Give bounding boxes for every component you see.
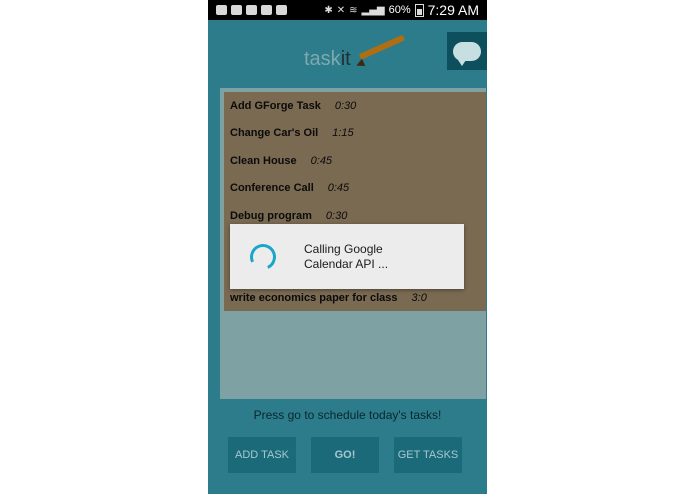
notification-icon (216, 5, 227, 15)
get-tasks-button[interactable]: GET TASKS (394, 437, 462, 473)
app-icon (261, 5, 272, 15)
dialog-message: Calling Google Calendar API ... (304, 242, 389, 271)
bluetooth-icon: ✱ (324, 4, 333, 16)
progress-dialog: Calling Google Calendar API ... (230, 224, 464, 289)
battery-percent: 60% (388, 4, 411, 16)
footer-message: Press go to schedule today's tasks! (253, 408, 442, 422)
alarm-icon (231, 5, 242, 15)
task-row[interactable]: Conference Call 0:45 (230, 178, 349, 198)
task-name: Debug program (230, 210, 312, 222)
task-duration: 0:30 (334, 100, 357, 112)
task-row[interactable]: Clean House 0:45 (230, 151, 332, 171)
status-right: ✱ ✕ ≋ ▂▄▆ 60% 7:29 AM (324, 2, 487, 18)
chat-bubble-icon (453, 41, 481, 66)
chat-button[interactable] (447, 32, 487, 70)
task-duration: 0:45 (327, 182, 350, 194)
logo-it-text: it (340, 48, 351, 70)
task-name: Conference Call (230, 182, 314, 194)
clock: 7:29 AM (427, 2, 479, 18)
task-name: Clean House (230, 155, 297, 167)
status-bar: ✱ ✕ ≋ ▂▄▆ 60% 7:29 AM (208, 0, 487, 20)
logo-task-text: task (304, 48, 341, 70)
task-name: Change Car's Oil (230, 127, 319, 139)
notification-icons (216, 5, 287, 15)
add-task-button[interactable]: ADD TASK (228, 437, 296, 473)
app-header: taskit (208, 20, 487, 84)
task-duration: 0:30 (325, 210, 348, 222)
task-duration: 3:0 (411, 292, 427, 304)
pencil-tip-icon (354, 58, 366, 70)
spinner-icon (246, 239, 280, 274)
task-row[interactable]: Change Car's Oil 1:15 (230, 123, 354, 143)
task-duration: 1:15 (332, 127, 354, 139)
mute-icon: ✕ (336, 4, 346, 16)
wifi-icon: ≋ (349, 4, 358, 16)
mail-icon (276, 5, 287, 15)
app-logo: taskit (304, 48, 351, 71)
mail-icon (246, 5, 257, 15)
task-duration: 0:45 (310, 155, 333, 167)
task-row[interactable]: Add GForge Task 0:30 (230, 96, 356, 116)
task-name: Add GForge Task (230, 100, 321, 112)
signal-icon: ▂▄▆ (361, 4, 385, 16)
pencil-icon (358, 34, 406, 60)
phone-screen: ✱ ✕ ≋ ▂▄▆ 60% 7:29 AM taskit Add GForge … (208, 0, 487, 494)
task-name: write economics paper for class (230, 292, 398, 304)
battery-icon (414, 3, 424, 17)
go-button[interactable]: GO! (311, 437, 379, 473)
task-row[interactable]: write economics paper for class 3:0 (230, 288, 427, 308)
task-row[interactable]: Debug program 0:30 (230, 206, 347, 226)
